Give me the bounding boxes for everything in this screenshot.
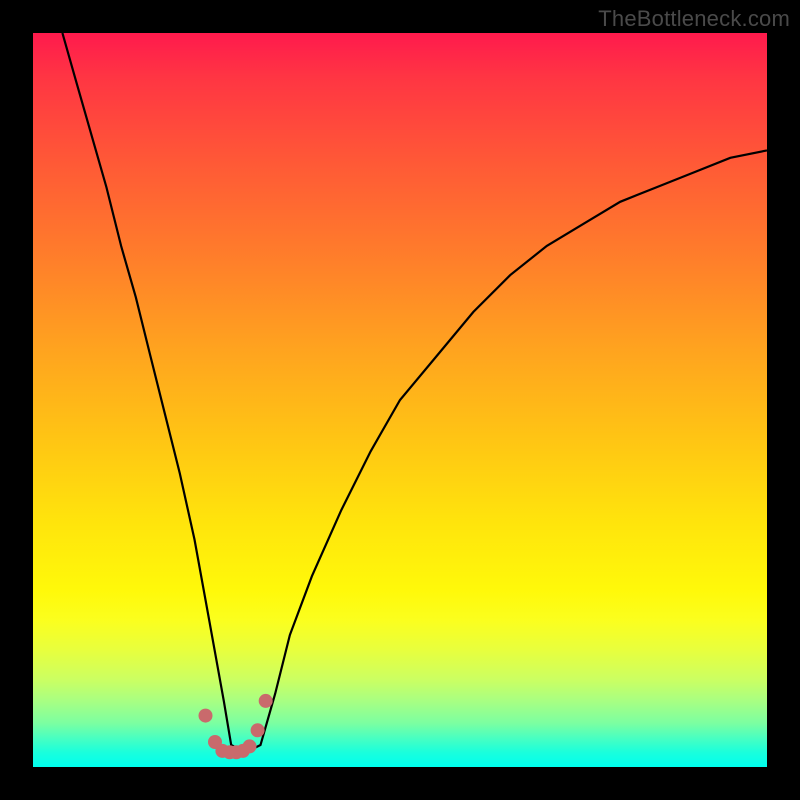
trough-marker-dot — [259, 694, 273, 708]
plot-area — [33, 33, 767, 767]
trough-marker-dot — [251, 723, 265, 737]
trough-marker-dot — [199, 709, 213, 723]
trough-marker-dot — [243, 739, 257, 753]
curve-path — [62, 33, 767, 752]
chart-svg — [33, 33, 767, 767]
chart-frame: TheBottleneck.com — [0, 0, 800, 800]
bottleneck-curve — [62, 33, 767, 752]
trough-markers — [199, 694, 273, 759]
watermark-text: TheBottleneck.com — [598, 6, 790, 32]
